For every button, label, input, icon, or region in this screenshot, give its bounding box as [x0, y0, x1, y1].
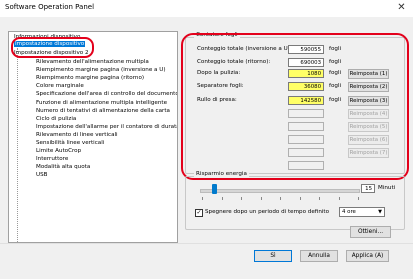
minutes-unit-label: Minuti: [378, 185, 396, 191]
counter-value-field-empty: [288, 109, 324, 118]
tree-item-child[interactable]: Rilevamento di linee verticali: [36, 132, 118, 139]
slider-tick: [280, 197, 281, 200]
ok-button[interactable]: Sì: [254, 250, 292, 262]
counter-unit-label: fogli: [329, 46, 342, 52]
close-button[interactable]: ✕: [394, 1, 409, 15]
reset-button-7: Reimposta (7): [348, 148, 389, 158]
tree-item-child[interactable]: Modalità alta quota: [36, 164, 90, 171]
power-off-label: Spegnere dopo un periodo di tempo defini…: [205, 209, 330, 215]
tree-connector-line: [17, 48, 19, 242]
tree-item-child[interactable]: Specificazione dell'area di controllo de…: [36, 91, 177, 98]
options-button[interactable]: Ottieni...: [350, 226, 391, 238]
energy-slider-track[interactable]: [200, 189, 360, 193]
minutes-field[interactable]: 15: [361, 184, 375, 193]
slider-tick: [202, 197, 203, 200]
energy-saving-title: Risparmio energia: [194, 171, 249, 177]
counter-value-field-empty: [288, 135, 324, 144]
tree-item-child[interactable]: Ciclo di pulizia: [36, 116, 76, 123]
chevron-down-icon: ▼: [378, 209, 382, 215]
hours-selected-value: 4 ore: [342, 209, 356, 215]
slider-tick: [358, 197, 359, 200]
counter-value-field-empty: [288, 148, 324, 157]
tree-item-child[interactable]: Funzione di alimentazione multipla intel…: [36, 100, 167, 107]
tree-item-child[interactable]: Riempimento margine pagina (inversione a…: [36, 67, 166, 74]
power-off-hours-select[interactable]: 4 ore ▼: [339, 207, 385, 217]
tree-item-child[interactable]: Sensibilità linee verticali: [36, 140, 104, 147]
counter-value-field: 590055: [288, 45, 324, 54]
tree-item-child[interactable]: USB: [36, 172, 47, 179]
window-title: Software Operation Panel: [5, 3, 95, 11]
counter-value-field: 36080: [288, 82, 324, 91]
reset-button-2[interactable]: Reimposta (2): [348, 82, 389, 92]
highlight-oval: [11, 37, 94, 58]
tree-item-child[interactable]: Interruttore: [36, 156, 68, 163]
slider-tick: [241, 197, 242, 200]
counter-value-field: 142580: [288, 96, 324, 105]
tree-item-child[interactable]: Impostazione dell'allarme per il contato…: [36, 124, 177, 131]
apply-button[interactable]: Applica (A): [346, 250, 389, 262]
counter-unit-label: fogli: [329, 70, 342, 76]
footer-divider: [0, 243, 413, 244]
tree-item-child[interactable]: Riempimento margine pagina (ritorno): [36, 75, 144, 82]
title-bar: Software Operation Panel ✕: [0, 0, 413, 17]
tree-item-child[interactable]: Limite AutoCrop: [36, 148, 81, 155]
counter-value-field: 1080: [288, 69, 324, 78]
counter-row-label: Dopo la pulizia:: [197, 70, 241, 76]
reset-button-1[interactable]: Reimposta (1): [348, 69, 389, 79]
reset-button-4: Reimposta (4): [348, 109, 389, 119]
counter-unit-label: fogli: [329, 59, 342, 65]
reset-button-3[interactable]: Reimposta (3): [348, 96, 389, 106]
counter-unit-label: fogli: [329, 97, 342, 103]
tree-item-child[interactable]: Rilevamento dell'alimentazione multipla: [36, 59, 149, 66]
reset-button-5: Reimposta (5): [348, 122, 389, 132]
slider-tick: [299, 197, 301, 200]
counter-value-field-empty: [288, 161, 324, 170]
counter-value-field: 690003: [288, 58, 324, 67]
settings-tree[interactable]: Informazioni dispositivo Impostazione di…: [8, 31, 178, 243]
tree-item-child[interactable]: Numero di tentativi di alimentazione del…: [36, 108, 170, 115]
tree-item-child[interactable]: Colore marginale: [36, 83, 84, 90]
counter-row-label: Separatore fogli:: [197, 83, 244, 89]
energy-slider-thumb[interactable]: [212, 184, 217, 194]
slider-tick: [319, 197, 320, 200]
slider-tick: [338, 197, 340, 200]
counter-value-field-empty: [288, 122, 324, 131]
reset-button-6: Reimposta (6): [348, 135, 389, 145]
counter-row-label: Conteggio totale (inversione a U):: [197, 46, 292, 52]
power-off-checkbox[interactable]: ✓: [195, 209, 203, 217]
counter-row-label: Rullo di presa:: [197, 97, 237, 103]
cancel-button[interactable]: Annulla: [300, 250, 338, 262]
slider-tick: [221, 197, 223, 200]
slider-tick: [260, 197, 262, 200]
counter-row-label: Conteggio totale (ritorno):: [197, 59, 271, 65]
counter-unit-label: fogli: [329, 83, 342, 89]
